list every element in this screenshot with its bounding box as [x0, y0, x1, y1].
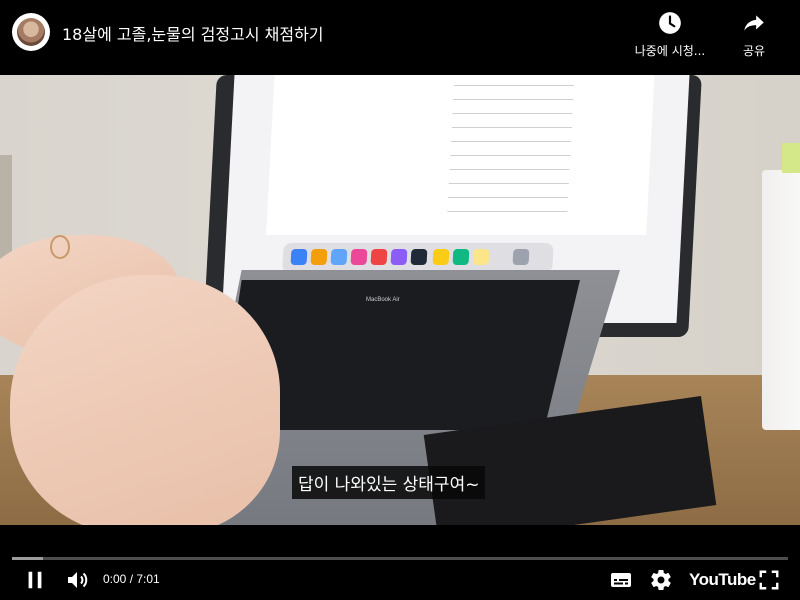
clock-icon [659, 12, 681, 34]
ring [50, 235, 70, 259]
settings-icon [651, 570, 671, 591]
settings-button[interactable] [648, 567, 674, 593]
channel-avatar[interactable] [12, 13, 50, 51]
screen-document [266, 75, 655, 235]
youtube-logo[interactable]: YouTube [689, 570, 756, 590]
mac-dock [282, 243, 554, 273]
player-controls: 0:00 / 7:01 YouTube [0, 525, 800, 600]
subtitles-icon [611, 573, 631, 587]
avatar-image [17, 18, 45, 46]
time-display: 0:00 / 7:01 [103, 572, 160, 586]
video-subtitle: 답이 나와있는 상태구여~ [292, 466, 486, 499]
fullscreen-button[interactable] [756, 567, 782, 593]
laptop-brand: MacBook Air [366, 297, 400, 303]
pen-holder [762, 170, 800, 430]
video-title[interactable]: 18살에 고졸,눈물의 검정고시 채점하기 [62, 21, 324, 45]
right-hand [10, 275, 280, 525]
share-button[interactable]: 공유 [728, 10, 780, 59]
sticky-note [782, 143, 800, 173]
video-frame[interactable]: MacBook Air 답이 나와있는 상태구여~ [0, 75, 800, 525]
top-bar: 18살에 고졸,눈물의 검정고시 채점하기 나중에 시청... 공유 [0, 0, 800, 75]
volume-button[interactable] [64, 567, 90, 593]
fullscreen-icon [759, 570, 779, 590]
volume-icon [68, 572, 88, 588]
watch-later-label: 나중에 시청... [634, 44, 706, 58]
pause-button[interactable] [22, 567, 48, 593]
buffered-bar [12, 557, 44, 560]
share-label: 공유 [742, 44, 766, 58]
watch-later-button[interactable]: 나중에 시청... [622, 10, 718, 59]
share-icon [744, 15, 764, 31]
pause-icon [28, 571, 42, 589]
subtitles-button[interactable] [608, 567, 634, 593]
progress-bar[interactable] [12, 557, 788, 560]
